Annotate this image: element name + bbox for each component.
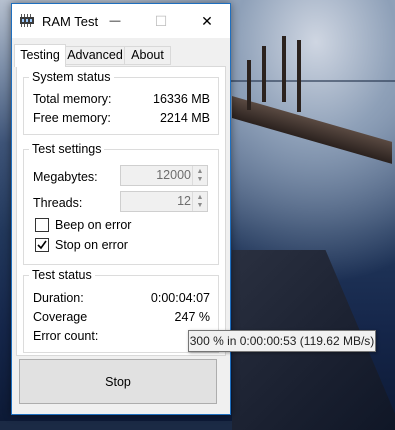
stop-checkbox-box[interactable] [35, 238, 49, 252]
stop-button[interactable]: Stop [19, 359, 217, 404]
maximize-button[interactable]: ☐ [138, 4, 184, 38]
beep-on-error-label: Beep on error [55, 218, 132, 232]
tab-strip: Testing Advanced About [12, 44, 232, 67]
coverage-tooltip: 300 % in 0:00:00:53 (119.62 MB/s) [188, 330, 376, 352]
total-memory-row: Total memory: 16336 MB [33, 92, 210, 106]
coverage-value: 247 % [174, 310, 210, 324]
pier-deck [232, 96, 392, 164]
beep-on-error-checkbox[interactable]: Beep on error [35, 218, 131, 232]
window-title: RAM Test [42, 13, 99, 29]
megabytes-stepper[interactable]: 12000 ▲ ▼ [120, 165, 208, 186]
pier-post [262, 46, 266, 102]
maximize-icon: ☐ [154, 12, 168, 29]
tab-advanced[interactable]: Advanced [65, 46, 125, 65]
total-memory-label: Total memory: [33, 92, 112, 106]
error-count-row: Error count: [33, 329, 210, 343]
free-memory-label: Free memory: [33, 111, 111, 125]
megabytes-value: 12000 [156, 168, 191, 182]
duration-label: Duration: [33, 291, 84, 305]
horizon-line [230, 80, 395, 82]
threads-label: Threads: [33, 196, 83, 210]
megabytes-label: Megabytes: [33, 170, 98, 184]
test-status-legend: Test status [29, 268, 95, 282]
ram-chip-icon [19, 13, 35, 29]
chevron-up-icon[interactable]: ▲ [197, 168, 204, 176]
free-memory-row: Free memory: 2214 MB [33, 111, 210, 125]
pier-post [247, 60, 251, 110]
test-settings-group: Test settings Megabytes: 12000 ▲ ▼ Threa… [23, 142, 219, 265]
tab-testing[interactable]: Testing [14, 44, 66, 67]
free-memory-value: 2214 MB [159, 111, 210, 125]
duration-value: 0:00:04:07 [150, 291, 210, 305]
system-status-group: System status Total memory: 16336 MB Fre… [23, 70, 219, 135]
system-status-legend: System status [29, 70, 114, 84]
stop-on-error-checkbox[interactable]: Stop on error [35, 238, 128, 252]
stop-on-error-label: Stop on error [55, 238, 128, 252]
coverage-row: Coverage 247 % [33, 310, 210, 324]
error-count-label: Error count: [33, 329, 99, 343]
testing-panel: System status Total memory: 16336 MB Fre… [16, 66, 226, 356]
beep-checkbox-box[interactable] [35, 218, 49, 232]
threads-spin-buttons[interactable]: ▲ ▼ [192, 192, 207, 211]
minimize-button[interactable]: — [92, 4, 138, 38]
tab-about[interactable]: About [124, 46, 171, 65]
minimize-icon: — [109, 15, 121, 27]
chevron-down-icon[interactable]: ▼ [197, 176, 204, 184]
ram-test-window: RAM Test — ☐ ✕ Testing Advanced About Sy… [11, 3, 231, 415]
total-memory-value: 16336 MB [153, 92, 210, 106]
pier-post [282, 36, 286, 102]
close-button[interactable]: ✕ [184, 4, 230, 38]
title-bar[interactable]: RAM Test — ☐ ✕ [12, 4, 230, 38]
megabytes-spin-buttons[interactable]: ▲ ▼ [192, 166, 207, 185]
pier-post [297, 40, 301, 112]
chevron-down-icon[interactable]: ▼ [197, 202, 204, 210]
chevron-up-icon[interactable]: ▲ [197, 194, 204, 202]
threads-value: 12 [177, 194, 191, 208]
test-settings-legend: Test settings [29, 142, 105, 156]
checkmark-icon [37, 240, 47, 250]
close-icon: ✕ [201, 12, 213, 29]
duration-row: Duration: 0:00:04:07 [33, 291, 210, 305]
threads-stepper[interactable]: 12 ▲ ▼ [120, 191, 208, 212]
coverage-label: Coverage [33, 310, 88, 324]
